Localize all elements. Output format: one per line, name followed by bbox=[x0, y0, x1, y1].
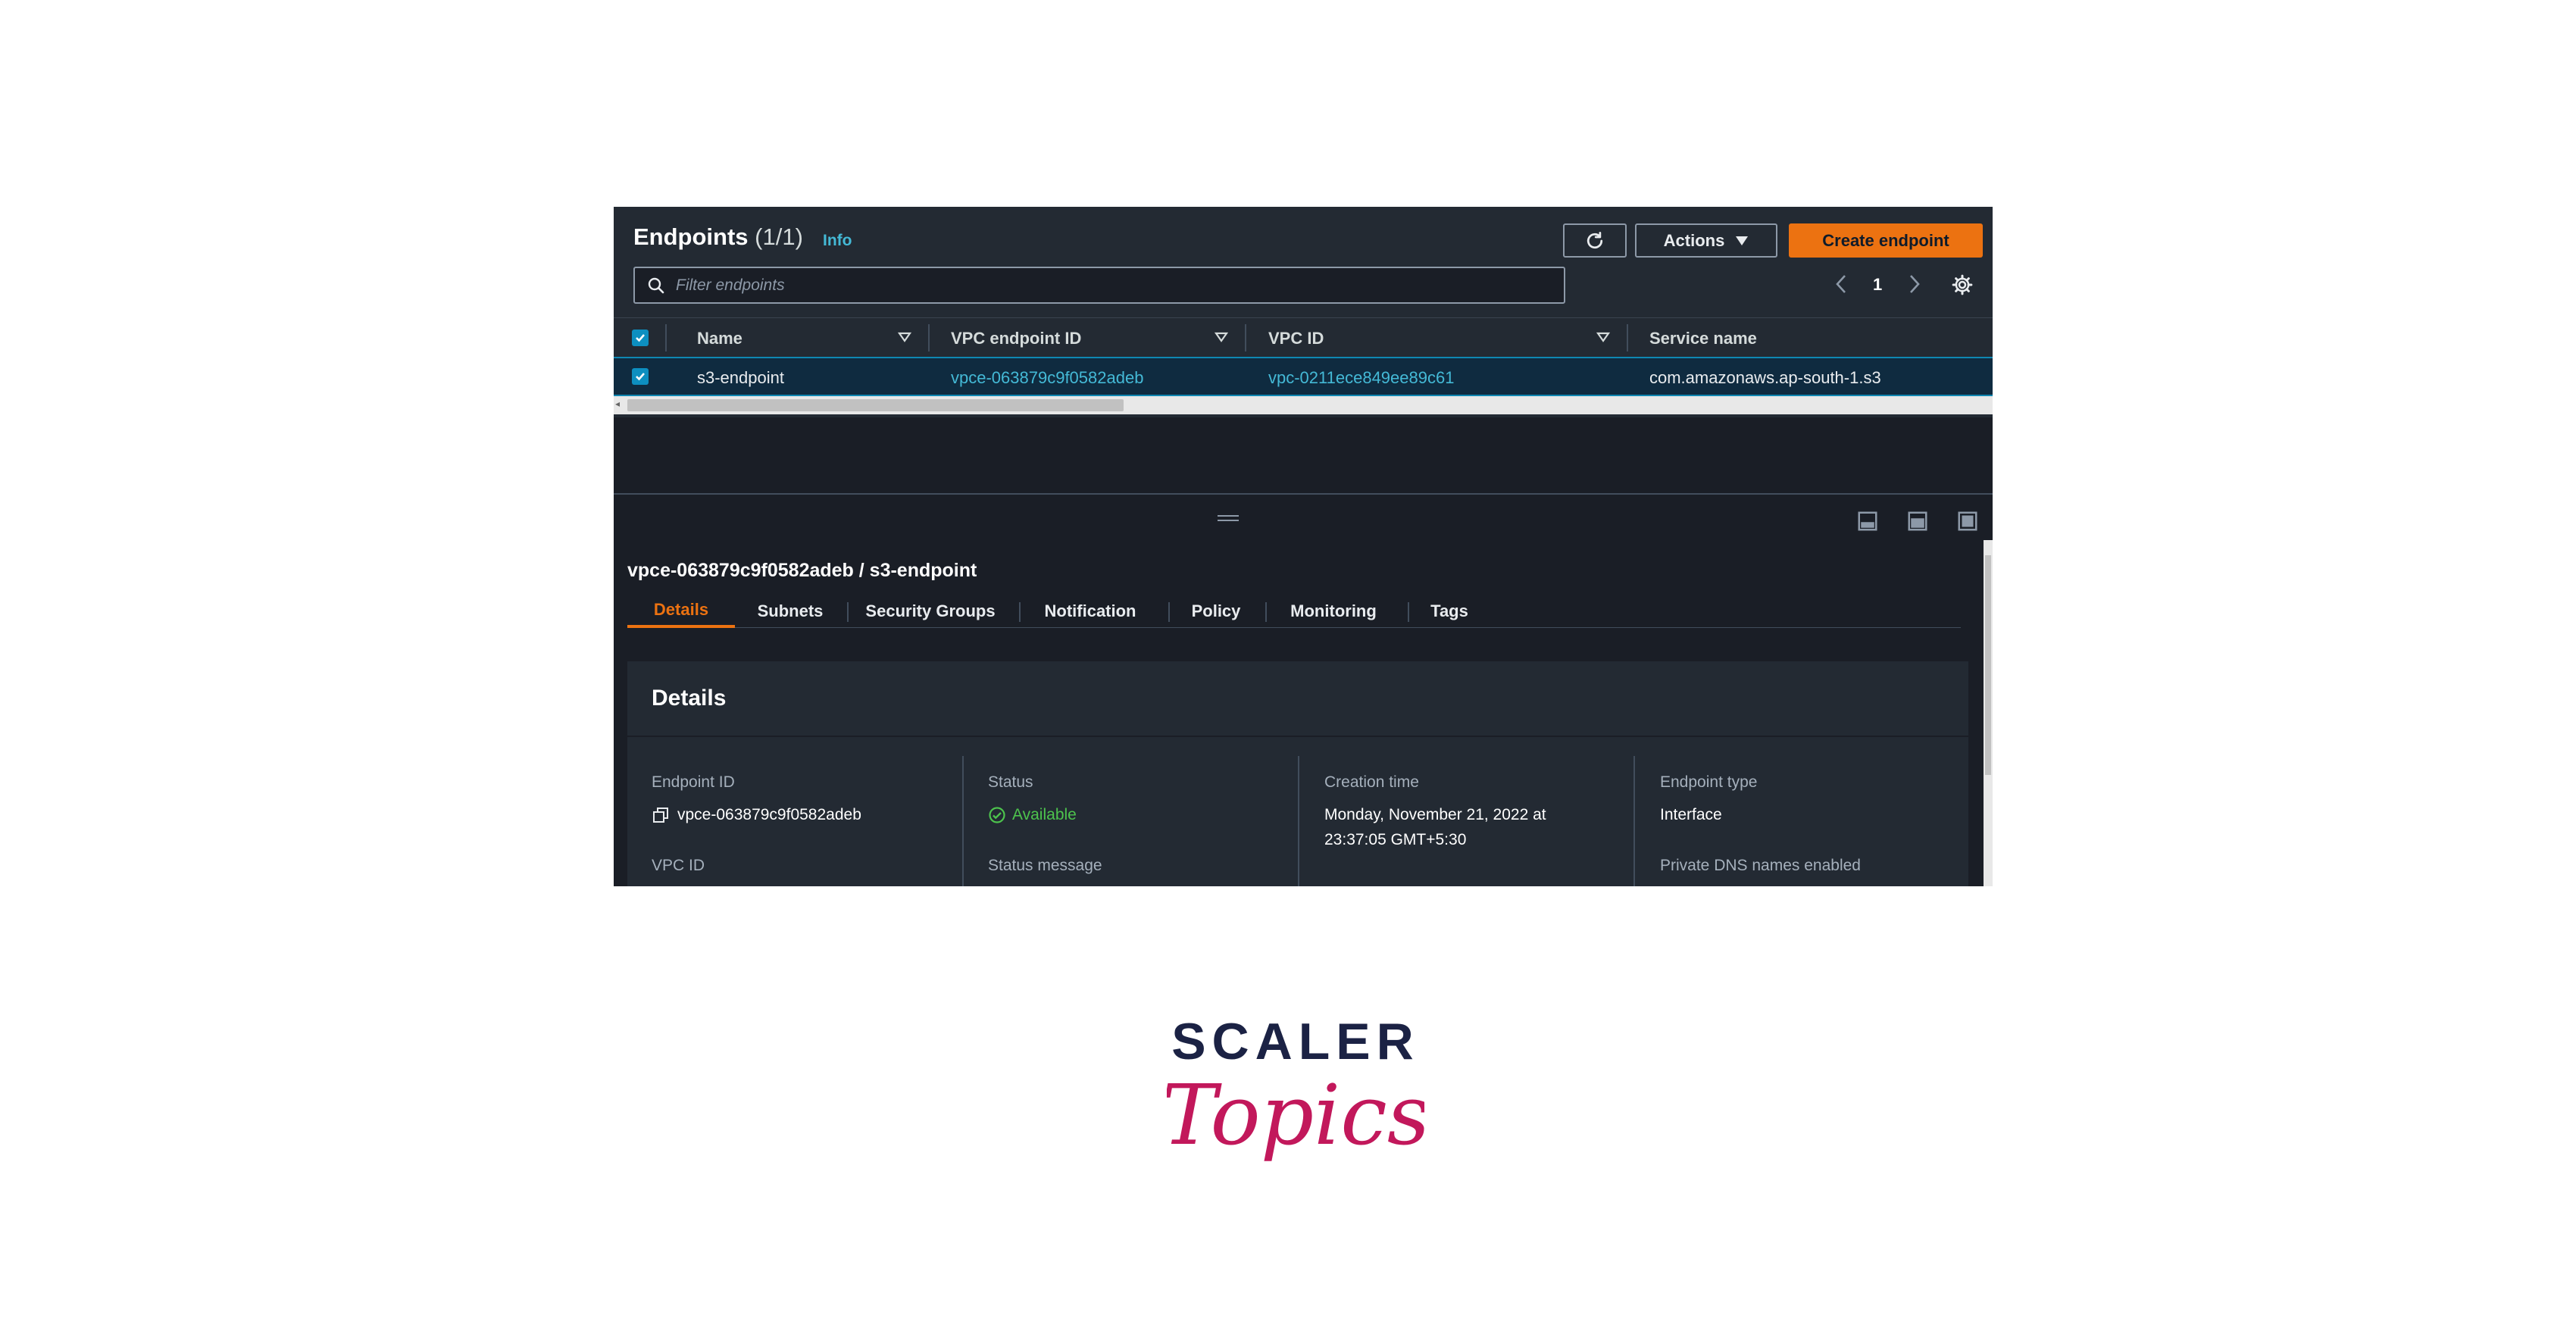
endpoint-id-label: Endpoint ID bbox=[652, 773, 735, 791]
column-separator bbox=[1298, 756, 1299, 886]
chevron-left-icon[interactable] bbox=[1834, 273, 1850, 295]
create-endpoint-button[interactable]: Create endpoint bbox=[1789, 223, 1983, 258]
check-icon bbox=[636, 373, 645, 381]
creation-time-label: Creation time bbox=[1324, 773, 1419, 791]
table-header: Name VPC endpoint ID VPC ID Service name bbox=[614, 317, 1993, 357]
tab-separator bbox=[847, 602, 849, 622]
details-card-header: Details bbox=[627, 661, 1968, 737]
filter-box bbox=[633, 267, 1565, 304]
tab-subnets[interactable]: Subnets bbox=[750, 595, 830, 628]
aws-console-screenshot: Endpoints (1/1) Info Actions Create endp… bbox=[614, 207, 1993, 886]
panel-middle-icon[interactable] bbox=[1906, 510, 1929, 533]
column-separator bbox=[1633, 756, 1635, 886]
vertical-scrollbar[interactable] bbox=[1984, 540, 1993, 886]
cell-vpc-endpoint-id-link[interactable]: vpce-063879c9f0582adeb bbox=[951, 368, 1143, 388]
detail-panel-title: vpce-063879c9f0582adeb / s3-endpoint bbox=[627, 560, 977, 581]
cell-vpc-id-link[interactable]: vpc-0211ece849ee89c61 bbox=[1268, 368, 1454, 388]
tab-separator bbox=[1408, 602, 1409, 622]
column-separator bbox=[962, 756, 964, 886]
search-icon bbox=[648, 277, 664, 293]
tab-notification[interactable]: Notification bbox=[1027, 595, 1154, 628]
page-title: Endpoints (1/1) bbox=[633, 223, 803, 250]
horizontal-scrollbar-thumb[interactable] bbox=[627, 399, 1124, 411]
tab-monitoring[interactable]: Monitoring bbox=[1273, 595, 1394, 628]
sort-icon[interactable] bbox=[1215, 332, 1228, 342]
tab-separator bbox=[1168, 602, 1170, 622]
column-header-vpc-endpoint-id[interactable]: VPC endpoint ID bbox=[951, 329, 1081, 348]
endpoint-type-label: Endpoint type bbox=[1660, 773, 1758, 791]
column-header-service-name[interactable]: Service name bbox=[1649, 329, 1757, 348]
detail-tabs: Details Subnets Security Groups Notifica… bbox=[627, 595, 1961, 628]
row-checkbox[interactable] bbox=[632, 368, 649, 385]
scaler-topics-logo: SCALER Topics bbox=[1167, 1015, 1424, 1164]
tab-tags[interactable]: Tags bbox=[1415, 595, 1483, 628]
tab-separator bbox=[1019, 602, 1021, 622]
endpoints-list-panel: Endpoints (1/1) Info Actions Create endp… bbox=[614, 207, 1993, 417]
endpoint-count: (1/1) bbox=[755, 223, 803, 250]
actions-button[interactable]: Actions bbox=[1635, 223, 1777, 258]
details-card: Details Endpoint ID vpce-063879c9f0582ad… bbox=[627, 661, 1968, 886]
status-label: Status bbox=[988, 773, 1033, 791]
panel-splitter[interactable] bbox=[614, 493, 1993, 495]
refresh-button[interactable] bbox=[1563, 223, 1627, 258]
tab-details[interactable]: Details bbox=[627, 595, 735, 628]
refresh-icon bbox=[1587, 231, 1603, 248]
status-ok-icon bbox=[989, 807, 1005, 823]
brand-line2: Topics bbox=[1167, 1067, 1424, 1164]
column-separator bbox=[928, 324, 930, 351]
copy-icon[interactable] bbox=[652, 806, 670, 824]
private-dns-label: Private DNS names enabled bbox=[1660, 857, 1861, 874]
tab-policy[interactable]: Policy bbox=[1176, 595, 1256, 628]
panel-full-icon[interactable] bbox=[1956, 510, 1979, 533]
status-value: Available bbox=[1012, 806, 1077, 823]
creation-time-value-line2: 23:37:05 GMT+5:30 bbox=[1324, 831, 1467, 848]
drag-handle-icon[interactable] bbox=[1218, 515, 1239, 521]
filter-input[interactable] bbox=[676, 276, 1547, 295]
cell-name: s3-endpoint bbox=[697, 368, 784, 387]
vpc-id-label: VPC ID bbox=[652, 857, 705, 874]
vertical-scrollbar-thumb[interactable] bbox=[1985, 555, 1991, 775]
scroll-left-arrow-icon[interactable]: ◂ bbox=[615, 398, 620, 409]
page-number[interactable]: 1 bbox=[1873, 275, 1882, 295]
gear-icon[interactable] bbox=[1951, 273, 1974, 296]
status-message-label: Status message bbox=[988, 857, 1102, 874]
endpoint-type-value: Interface bbox=[1660, 806, 1722, 823]
table-row[interactable]: s3-endpoint vpce-063879c9f0582adeb vpc-0… bbox=[614, 357, 1993, 396]
details-heading: Details bbox=[652, 686, 727, 711]
tab-separator bbox=[1265, 602, 1267, 622]
endpoint-id-value: vpce-063879c9f0582adeb bbox=[677, 806, 861, 823]
tab-security-groups[interactable]: Security Groups bbox=[855, 595, 1006, 628]
column-separator bbox=[665, 324, 667, 351]
sort-icon[interactable] bbox=[1596, 332, 1610, 342]
cell-service-name: com.amazonaws.ap-south-1.s3 bbox=[1649, 368, 1881, 387]
column-header-vpc-id[interactable]: VPC ID bbox=[1268, 329, 1324, 348]
caret-down-icon bbox=[1736, 236, 1749, 245]
info-link[interactable]: Info bbox=[823, 232, 852, 250]
column-header-name[interactable]: Name bbox=[697, 329, 742, 348]
creation-time-value-line1: Monday, November 21, 2022 at bbox=[1324, 806, 1546, 823]
horizontal-scrollbar[interactable]: ◂ bbox=[614, 396, 1993, 414]
brand-line1: SCALER bbox=[1171, 1015, 1420, 1070]
column-separator bbox=[1627, 324, 1628, 351]
sort-icon[interactable] bbox=[898, 332, 911, 342]
select-all-checkbox[interactable] bbox=[632, 330, 649, 346]
actions-label: Actions bbox=[1663, 230, 1725, 250]
column-separator bbox=[1245, 324, 1246, 351]
chevron-right-icon[interactable] bbox=[1905, 273, 1922, 295]
panel-bottom-icon[interactable] bbox=[1856, 510, 1879, 533]
check-icon bbox=[636, 334, 645, 342]
